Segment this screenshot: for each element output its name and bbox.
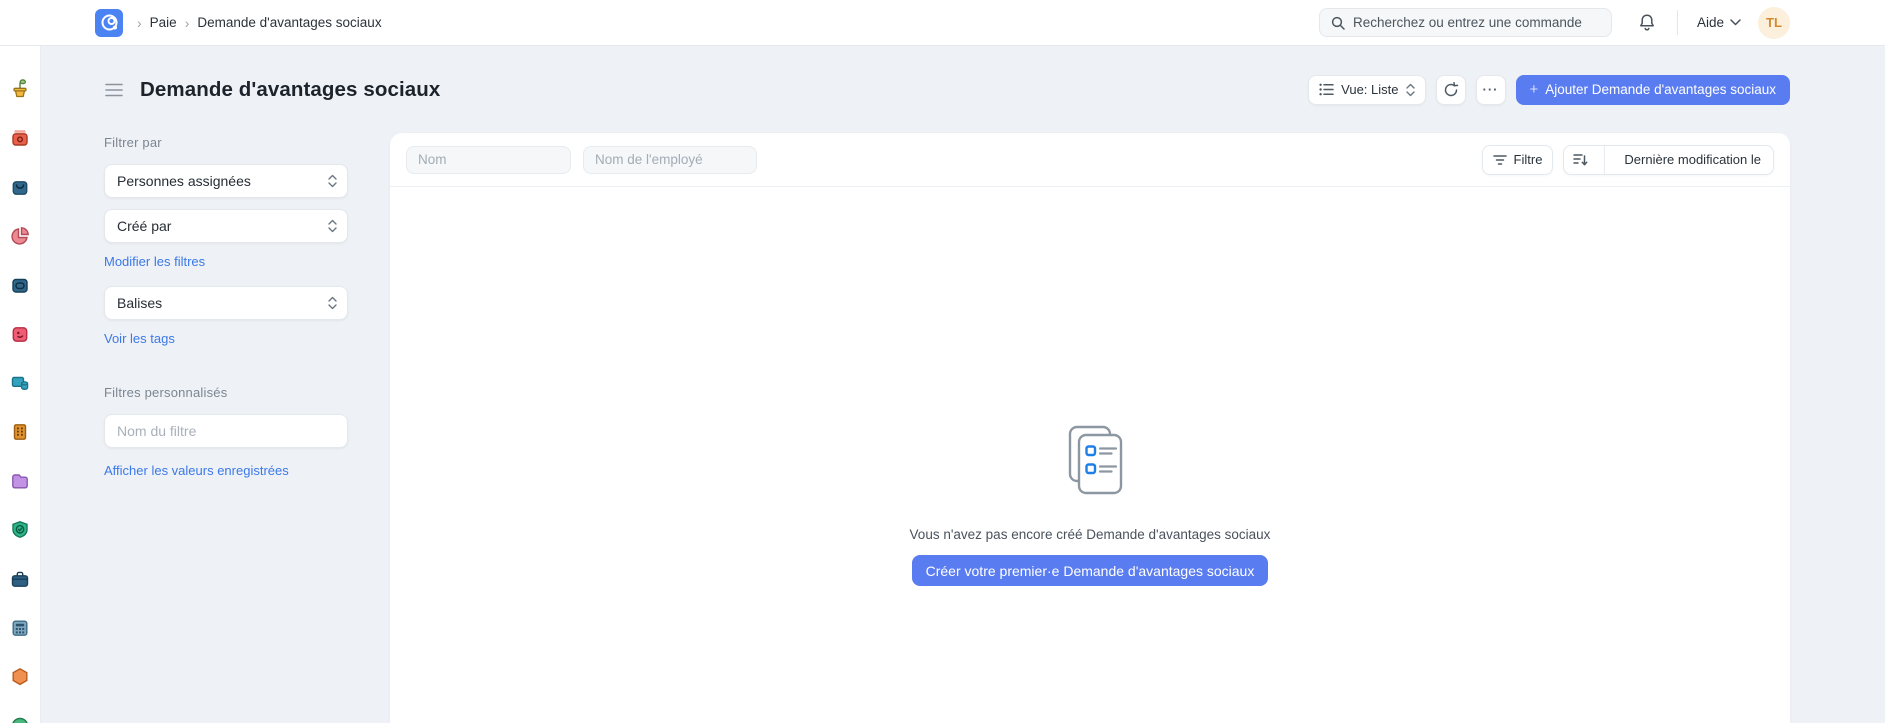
show-saved-values-link[interactable]: Afficher les valeurs enregistrées — [104, 463, 289, 478]
page-header: Demande d'avantages sociaux Vue: Liste — [95, 46, 1790, 133]
app-logo[interactable] — [95, 9, 123, 37]
list-filter-row: Filtre Dernière modification le — [390, 133, 1790, 187]
select-chevrons-icon — [328, 296, 337, 310]
page-title: Demande d'avantages sociaux — [140, 78, 440, 102]
search-placeholder: Recherchez ou entrez une commande — [1353, 15, 1582, 30]
user-avatar[interactable]: TL — [1758, 7, 1790, 39]
select-chevrons-icon — [328, 174, 337, 188]
folder-icon[interactable] — [9, 470, 31, 492]
calculator-icon[interactable] — [9, 617, 31, 639]
filter-by-label: Filtrer par — [104, 135, 390, 150]
help-menu-button[interactable]: Aide — [1697, 15, 1741, 30]
potted-plant-icon[interactable] — [9, 78, 31, 100]
filter-icon — [1493, 154, 1507, 166]
logo-swirl-icon — [98, 12, 120, 34]
hexagon-icon[interactable] — [9, 666, 31, 688]
created-by-value: Créé par — [117, 218, 171, 234]
create-first-document-button[interactable]: Créer votre premier·e Demande d'avantage… — [912, 555, 1269, 586]
sort-direction-toggle[interactable] — [1564, 153, 1597, 167]
global-search-input[interactable]: Recherchez ou entrez une commande — [1319, 8, 1612, 37]
assigned-to-select[interactable]: Personnes assignées — [104, 164, 348, 198]
select-chevrons-icon — [1406, 83, 1415, 97]
create-button-label: Créer votre premier·e Demande d'avantage… — [926, 563, 1255, 579]
sort-field-label: Dernière modification le — [1612, 152, 1773, 167]
camera-icon[interactable] — [9, 127, 31, 149]
storage-box-icon[interactable] — [9, 274, 31, 296]
refresh-button[interactable] — [1436, 75, 1466, 105]
sort-button[interactable]: Dernière modification le — [1563, 145, 1774, 175]
breadcrumb: › Paie › Demande d'avantages sociaux — [137, 15, 382, 31]
id-badge-icon[interactable] — [9, 323, 31, 345]
search-icon — [1331, 16, 1345, 30]
briefcase-icon[interactable] — [9, 568, 31, 590]
select-chevrons-icon — [328, 219, 337, 233]
name-filter-input[interactable] — [406, 146, 571, 174]
refresh-icon — [1443, 82, 1459, 98]
shopping-bag-icon[interactable] — [9, 176, 31, 198]
hamburger-icon — [105, 83, 123, 97]
plus-icon: + — [1530, 81, 1539, 98]
more-options-button[interactable]: ··· — [1476, 75, 1506, 105]
sort-descending-icon — [1573, 153, 1588, 167]
view-switcher-button[interactable]: Vue: Liste — [1308, 75, 1425, 105]
ellipsis-icon: ··· — [1483, 82, 1499, 97]
laptop-data-icon[interactable] — [9, 372, 31, 394]
filter-button-label: Filtre — [1514, 152, 1543, 167]
pie-chart-icon[interactable] — [9, 225, 31, 247]
shield-check-icon[interactable] — [9, 519, 31, 541]
filter-name-input[interactable] — [104, 414, 348, 448]
breadcrumb-separator: › — [185, 15, 190, 31]
navbar-divider — [1677, 10, 1678, 35]
add-button-label: Ajouter Demande d'avantages sociaux — [1545, 82, 1776, 97]
bell-icon — [1638, 13, 1656, 32]
breadcrumb-separator: › — [137, 15, 142, 31]
assigned-to-value: Personnes assignées — [117, 173, 251, 189]
avatar-initials: TL — [1766, 15, 1782, 30]
saved-filters-label: Filtres personnalisés — [104, 385, 390, 400]
help-label: Aide — [1697, 15, 1724, 30]
sort-button-divider — [1604, 146, 1605, 174]
circle-icon[interactable] — [9, 715, 31, 723]
view-tags-link[interactable]: Voir les tags — [104, 331, 175, 346]
list-view-icon — [1319, 83, 1334, 96]
tags-value: Balises — [117, 295, 162, 311]
created-by-select[interactable]: Créé par — [104, 209, 348, 243]
empty-state: Vous n'avez pas encore créé Demande d'av… — [390, 425, 1790, 586]
edit-filters-link[interactable]: Modifier les filtres — [104, 254, 205, 269]
add-document-button[interactable]: + Ajouter Demande d'avantages sociaux — [1516, 75, 1791, 105]
empty-list-icon — [1048, 425, 1132, 505]
list-view-card: Filtre Dernière modification le — [390, 133, 1790, 723]
tags-select[interactable]: Balises — [104, 286, 348, 320]
top-navbar: › Paie › Demande d'avantages sociaux Rec… — [0, 0, 1885, 46]
notifications-button[interactable] — [1638, 13, 1656, 32]
building-icon[interactable] — [9, 421, 31, 443]
employee-name-filter-input[interactable] — [583, 146, 757, 174]
breadcrumb-section[interactable]: Paie — [150, 15, 177, 30]
sidebar-toggle-button[interactable] — [105, 83, 123, 97]
filter-button[interactable]: Filtre — [1482, 145, 1554, 175]
chevron-down-icon — [1730, 19, 1741, 26]
empty-state-message: Vous n'avez pas encore créé Demande d'av… — [910, 527, 1271, 542]
workspace-icon-rail — [0, 46, 41, 723]
filter-sidebar: Filtrer par Personnes assignées Créé par… — [95, 133, 390, 478]
breadcrumb-current: Demande d'avantages sociaux — [197, 15, 381, 30]
view-switcher-label: Vue: Liste — [1341, 82, 1398, 97]
